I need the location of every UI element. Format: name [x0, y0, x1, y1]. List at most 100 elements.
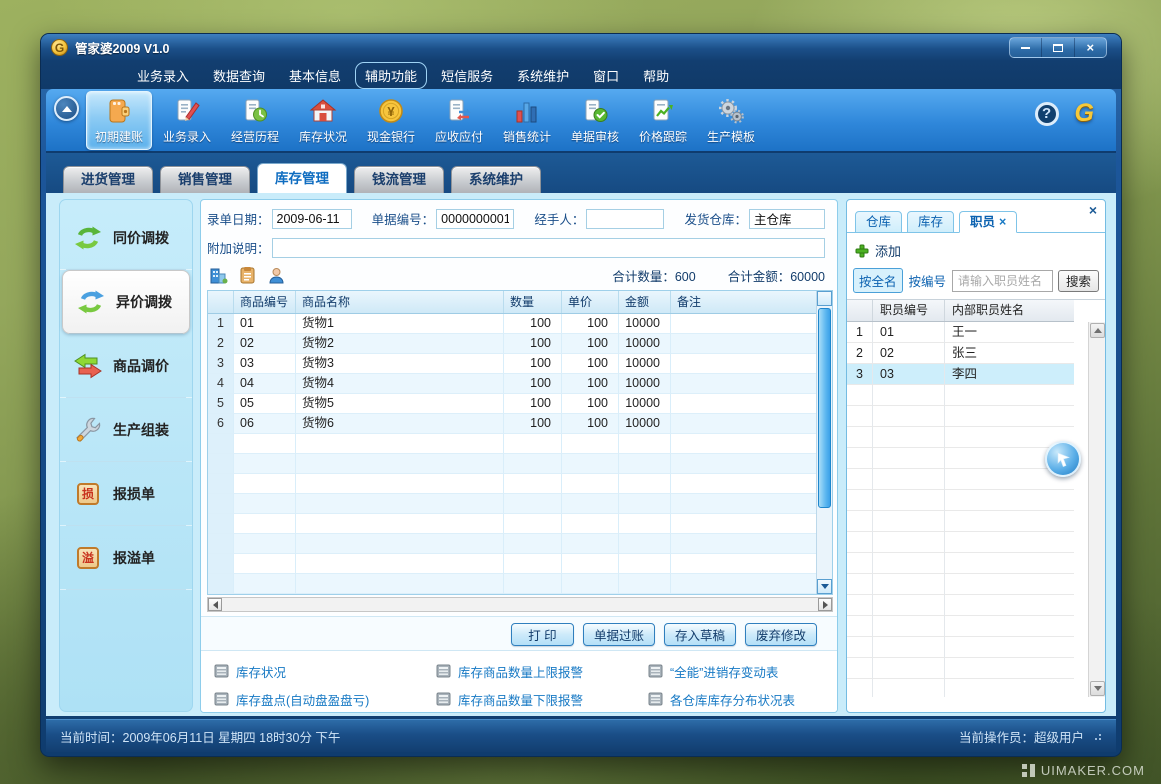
- resize-grip[interactable]: [1092, 731, 1102, 741]
- menu-item-基本信息[interactable]: 基本信息: [279, 62, 351, 89]
- table-row[interactable]: 202货物210010010000: [208, 334, 818, 354]
- employee-row[interactable]: [847, 553, 1074, 574]
- table-row[interactable]: 101货物110010010000: [208, 314, 818, 334]
- employee-row[interactable]: [847, 490, 1074, 511]
- lookup-tab-仓库[interactable]: 仓库: [855, 211, 902, 233]
- menu-item-辅助功能[interactable]: 辅助功能: [355, 62, 427, 89]
- employee-row[interactable]: [847, 511, 1074, 532]
- table-row[interactable]: [208, 474, 818, 494]
- tab-库存管理[interactable]: 库存管理: [257, 163, 347, 193]
- table-row[interactable]: [208, 434, 818, 454]
- tab-系统维护[interactable]: 系统维护: [451, 166, 541, 193]
- scroll-right-button[interactable]: [818, 598, 832, 611]
- scroll-up-button[interactable]: [817, 291, 832, 306]
- scroll-left-button[interactable]: [208, 598, 222, 611]
- toolbar-button-价格跟踪[interactable]: 价格跟踪: [630, 91, 696, 150]
- note-input[interactable]: [272, 238, 825, 258]
- handler-input[interactable]: [586, 209, 664, 229]
- employee-row[interactable]: [847, 427, 1074, 448]
- toolbar-button-应收应付[interactable]: 应收应付: [426, 91, 492, 150]
- quick-link-库存商品数量下限报警[interactable]: 库存商品数量下限报警: [436, 690, 648, 709]
- warehouse-input[interactable]: [749, 209, 825, 229]
- table-row[interactable]: 303货物310010010000: [208, 354, 818, 374]
- tab-销售管理[interactable]: 销售管理: [160, 166, 250, 193]
- toolbar-button-销售统计[interactable]: 销售统计: [494, 91, 560, 150]
- scroll-up-button[interactable]: [1090, 323, 1105, 338]
- employee-row[interactable]: 202张三: [847, 343, 1074, 364]
- table-row[interactable]: 404货物410010010000: [208, 374, 818, 394]
- document-picker-icon[interactable]: [238, 266, 257, 285]
- action-button-单据过账[interactable]: 单据过账: [583, 623, 655, 646]
- minimize-button[interactable]: [1010, 38, 1041, 57]
- add-employee-button[interactable]: 添加: [847, 233, 1105, 266]
- quick-link-库存商品数量上限报警[interactable]: 库存商品数量上限报警: [436, 662, 648, 681]
- scroll-down-button[interactable]: [817, 579, 832, 594]
- employee-row[interactable]: [847, 616, 1074, 637]
- menu-item-业务录入[interactable]: 业务录入: [127, 62, 199, 89]
- table-row[interactable]: 606货物610010010000: [208, 414, 818, 434]
- employee-row[interactable]: 101王一: [847, 322, 1074, 343]
- sidebar-item-报损单[interactable]: 损报损单: [60, 462, 192, 526]
- help-icon[interactable]: ?: [1035, 102, 1059, 126]
- menu-item-窗口[interactable]: 窗口: [583, 62, 629, 89]
- quick-link-库存盘点(自动盘盈盘亏)[interactable]: 库存盘点(自动盘盈盘亏): [214, 690, 436, 709]
- table-row[interactable]: 505货物510010010000: [208, 394, 818, 414]
- search-button[interactable]: 搜索: [1058, 270, 1099, 292]
- items-table-horizontal-scrollbar[interactable]: [207, 597, 833, 612]
- employee-row[interactable]: [847, 595, 1074, 616]
- sidebar-item-报溢单[interactable]: 溢报溢单: [60, 526, 192, 590]
- sidebar-item-生产组装[interactable]: 生产组装: [60, 398, 192, 462]
- warehouse-picker-icon[interactable]: [209, 266, 228, 285]
- scrollbar-thumb[interactable]: [818, 308, 831, 508]
- table-row[interactable]: [208, 494, 818, 514]
- tab-钱流管理[interactable]: 钱流管理: [354, 166, 444, 193]
- items-table-vertical-scrollbar[interactable]: [816, 291, 832, 594]
- doc-number-input[interactable]: [436, 209, 514, 229]
- action-button-存入草稿[interactable]: 存入草稿: [664, 623, 736, 646]
- tab-close-icon[interactable]: ×: [999, 215, 1006, 229]
- employee-search-input[interactable]: [952, 270, 1053, 292]
- toolbar-button-经营历程[interactable]: 经营历程: [222, 91, 288, 150]
- employee-table-scrollbar[interactable]: [1088, 322, 1105, 697]
- employee-row[interactable]: [847, 637, 1074, 658]
- toolbar-button-库存状况[interactable]: 库存状况: [290, 91, 356, 150]
- person-picker-icon[interactable]: [267, 266, 286, 285]
- action-button-打 印[interactable]: 打 印: [511, 623, 574, 646]
- toolbar-button-生产模板[interactable]: 生产模板: [698, 91, 764, 150]
- lookup-tab-库存[interactable]: 库存: [907, 211, 954, 233]
- menu-item-系统维护[interactable]: 系统维护: [507, 62, 579, 89]
- toolbar-button-单据审核[interactable]: 单据审核: [562, 91, 628, 150]
- menu-item-帮助[interactable]: 帮助: [633, 62, 679, 89]
- table-row[interactable]: [208, 554, 818, 574]
- employee-row[interactable]: [847, 385, 1074, 406]
- employee-row[interactable]: [847, 469, 1074, 490]
- scroll-down-button[interactable]: [1090, 681, 1105, 696]
- close-button[interactable]: ×: [1074, 38, 1106, 57]
- employee-row[interactable]: [847, 532, 1074, 553]
- employee-row[interactable]: [847, 574, 1074, 595]
- menu-item-短信服务[interactable]: 短信服务: [431, 62, 503, 89]
- sidebar-item-同价调拨[interactable]: 同价调拨: [60, 206, 192, 270]
- sidebar-item-异价调拨[interactable]: 异价调拨: [62, 270, 190, 334]
- toolbar-button-现金银行[interactable]: ¥现金银行: [358, 91, 424, 150]
- toolbar-button-业务录入[interactable]: 业务录入: [154, 91, 220, 150]
- sidebar-item-商品调价[interactable]: 商品调价: [60, 334, 192, 398]
- filter-by-name-toggle[interactable]: 按全名: [853, 268, 903, 293]
- employee-row[interactable]: 303李四: [847, 364, 1074, 385]
- table-row[interactable]: [208, 454, 818, 474]
- employee-row[interactable]: [847, 448, 1074, 469]
- maximize-button[interactable]: [1041, 38, 1073, 57]
- table-row[interactable]: [208, 574, 818, 594]
- quick-link-库存状况[interactable]: 库存状况: [214, 662, 436, 681]
- table-row[interactable]: [208, 534, 818, 554]
- filter-by-code-toggle[interactable]: 按编号: [908, 269, 948, 292]
- toolbar-button-初期建账[interactable]: 初期建账: [86, 91, 152, 150]
- menu-item-数据查询[interactable]: 数据查询: [203, 62, 275, 89]
- employee-row[interactable]: [847, 406, 1074, 427]
- employee-row[interactable]: [847, 658, 1074, 679]
- employee-row[interactable]: [847, 679, 1074, 697]
- tab-进货管理[interactable]: 进货管理: [63, 166, 153, 193]
- collapse-toolbar-button[interactable]: [54, 96, 79, 121]
- action-button-废弃修改[interactable]: 废弃修改: [745, 623, 817, 646]
- table-row[interactable]: [208, 514, 818, 534]
